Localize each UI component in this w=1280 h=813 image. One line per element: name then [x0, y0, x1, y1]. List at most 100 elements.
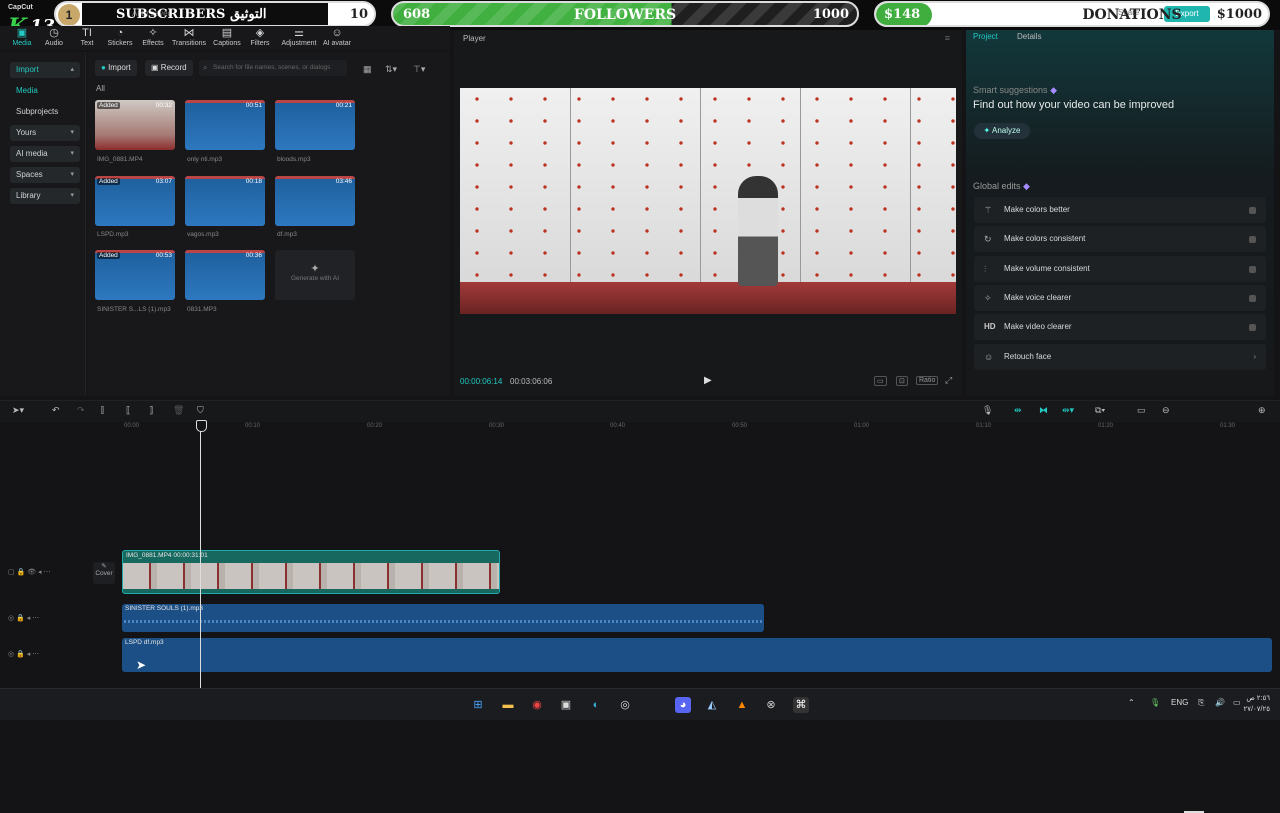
media-item[interactable]: 00:51 — [185, 100, 265, 150]
microphone-icon[interactable]: 🎙 — [1150, 698, 1160, 707]
video-preview[interactable] — [460, 88, 956, 314]
playhead[interactable] — [196, 420, 207, 688]
make-volume-consistent-toggle[interactable]: ⫶ Make volume consistent — [974, 256, 1266, 282]
delete-icon[interactable]: 🗑 — [173, 405, 184, 416]
sort-icon[interactable]: ⇅▾ — [385, 64, 397, 75]
media-item[interactable]: 00:21 — [275, 100, 355, 150]
import-button[interactable]: ● Import — [95, 60, 137, 76]
sidebar-item-import[interactable]: Import ▴ — [10, 62, 80, 78]
caption-icon[interactable]: ▭ — [1137, 405, 1146, 416]
toolbar-ai-avatar[interactable]: ☺ AI avatar — [317, 26, 357, 47]
tab-project[interactable]: Project — [973, 32, 998, 41]
record-button[interactable]: ▣ Record — [145, 60, 193, 76]
sidebar-item-spaces[interactable]: Spaces ▾ — [10, 167, 80, 183]
microphone-icon[interactable]: 🎙 — [982, 405, 993, 416]
split-left-icon[interactable]: ⟦ — [126, 405, 130, 416]
language-indicator[interactable]: ENG — [1171, 698, 1188, 707]
toolbar-effects[interactable]: ✧ Effects — [133, 26, 173, 47]
audio-track-controls[interactable]: ◎ 🔒 ◂ ⋯ — [8, 614, 39, 622]
network-icon[interactable]: ⎘ — [1198, 698, 1204, 708]
filter-icon[interactable]: ⊤▾ — [413, 64, 425, 75]
store-icon[interactable]: ▣ — [558, 697, 574, 713]
volume-icon: ⫶ — [984, 264, 987, 274]
media-item[interactable]: 03:46 — [275, 176, 355, 226]
toggle[interactable] — [1249, 324, 1256, 331]
audio-track-controls[interactable]: ◎ 🔒 ◂ ⋯ — [8, 650, 39, 658]
media-duration: 03:07 — [155, 178, 172, 185]
menu-icon[interactable]: ≡ — [945, 33, 950, 43]
chevron-up-icon: ▴ — [70, 66, 74, 73]
video-clip[interactable]: IMG_0881.MP4 00:00:31:01 — [122, 550, 500, 594]
app-name: CapCut — [8, 4, 33, 11]
tab-details[interactable]: Details — [1017, 32, 1041, 41]
windows-start-icon[interactable]: ⊞ — [470, 697, 486, 713]
zoom-in-icon[interactable]: ⊕ — [1258, 405, 1266, 416]
snap-icon[interactable]: ⧉▾ — [1095, 405, 1105, 416]
obs-icon[interactable]: ◎ — [617, 697, 633, 713]
zoom-out-icon[interactable]: ⊖ — [1162, 405, 1170, 416]
make-colors-better-toggle[interactable]: ⚚ Make colors better — [974, 197, 1266, 223]
undo-icon[interactable]: ↶ — [52, 405, 60, 416]
toggle[interactable] — [1249, 295, 1256, 302]
media-item[interactable]: Added 00:32 — [95, 100, 175, 150]
media-item[interactable]: Added 03:07 — [95, 176, 175, 226]
steam-icon[interactable]: ◭ — [704, 697, 720, 713]
battery-icon[interactable]: ▭ — [1233, 698, 1241, 707]
crop-icon[interactable]: ⊡ — [896, 376, 908, 386]
split-icon[interactable]: ⫿ — [101, 405, 104, 416]
preview-axis-icon[interactable]: ⇹▾ — [1062, 405, 1074, 416]
toolbar-filters[interactable]: ◈ Filters — [240, 26, 280, 47]
play-icon[interactable]: ▶ — [704, 375, 712, 386]
timeline-ruler[interactable]: 00:00 00:10 00:20 00:30 00:40 00:50 01:0… — [0, 422, 1280, 434]
media-item[interactable]: 00:36 — [185, 250, 265, 300]
filter-all-tab[interactable]: All — [96, 84, 105, 93]
app-icon[interactable]: ▲ — [734, 697, 750, 713]
media-search-input[interactable]: Search for file names, scenes, or dialog… — [199, 60, 347, 76]
toggle[interactable] — [1249, 207, 1256, 214]
sidebar-item-ai-media[interactable]: AI media ▾ — [10, 146, 80, 162]
sidebar-item-subprojects[interactable]: Subprojects — [10, 104, 80, 120]
media-name: bloods.mp3 — [277, 156, 311, 163]
toolbar-adjustment[interactable]: ⚌ Adjustment — [279, 26, 319, 47]
gta-icon[interactable]: ⊗ — [763, 697, 779, 713]
toggle[interactable] — [1249, 236, 1256, 243]
sidebar-item-library[interactable]: Library ▾ — [10, 188, 80, 204]
sidebar-item-media[interactable]: Media — [10, 83, 80, 99]
capcut-icon[interactable]: ⌘ — [793, 697, 809, 713]
system-clock[interactable]: ٢:٥٦ ص ٢٧/٠٧/٢٥ — [1244, 693, 1270, 715]
retouch-face-item[interactable]: ☺ Retouch face › — [974, 344, 1266, 370]
media-item[interactable]: Added 00:53 — [95, 250, 175, 300]
chevron-up-icon[interactable]: ⌃ — [1128, 698, 1135, 707]
discord-icon[interactable]: ◕ — [675, 697, 691, 713]
make-voice-clearer-toggle[interactable]: ✧ Make voice clearer — [974, 285, 1266, 311]
media-duration: 00:21 — [335, 102, 352, 109]
toggle[interactable] — [1249, 266, 1256, 273]
toolbar-transitions[interactable]: ⋈ Transitions — [169, 26, 209, 47]
make-colors-consistent-toggle[interactable]: ↻ Make colors consistent — [974, 226, 1266, 252]
split-right-icon[interactable]: ⟧ — [149, 405, 153, 416]
marker-icon[interactable]: ⛉ — [197, 405, 204, 416]
grid-view-icon[interactable]: ▦ — [363, 64, 372, 75]
fit-icon[interactable]: ▭ — [874, 376, 887, 386]
cover-button[interactable]: ✎ Cover — [93, 562, 115, 584]
make-video-clearer-toggle[interactable]: HD Make video clearer — [974, 314, 1266, 340]
edge-icon[interactable]: ◐ — [588, 697, 604, 713]
ratio-button[interactable]: Ratio — [916, 376, 939, 385]
linkage-icon[interactable]: ⧓ — [1039, 405, 1048, 416]
fullscreen-icon[interactable]: ⤢ — [945, 375, 952, 386]
analyze-button[interactable]: ✦ Analyze — [974, 123, 1030, 139]
file-explorer-icon[interactable]: ▬ — [500, 697, 516, 713]
magnet-icon[interactable]: ⇹ — [1014, 405, 1022, 416]
generate-with-ai-button[interactable]: ✦ Generate with AI — [275, 250, 355, 300]
sidebar-item-yours[interactable]: Yours ▾ — [10, 125, 80, 141]
ai-avatar-icon: ☺ — [331, 27, 343, 39]
media-item[interactable]: 00:18 — [185, 176, 265, 226]
volume-icon[interactable]: 🔊 — [1215, 698, 1225, 707]
select-tool-icon[interactable]: ➤▾ — [12, 405, 24, 416]
audio-clip[interactable]: LSPD df.mp3 — [122, 638, 1272, 672]
redo-icon[interactable]: ↷ — [77, 405, 85, 416]
audio-clip[interactable]: SINISTER SOULS (1).mp3 — [122, 604, 764, 632]
chrome-icon[interactable]: ◉ — [529, 697, 545, 713]
chevron-down-icon: ▾ — [70, 171, 74, 178]
video-track-controls[interactable]: ▢ 🔒 👁 ◂ ⋯ — [8, 568, 51, 576]
